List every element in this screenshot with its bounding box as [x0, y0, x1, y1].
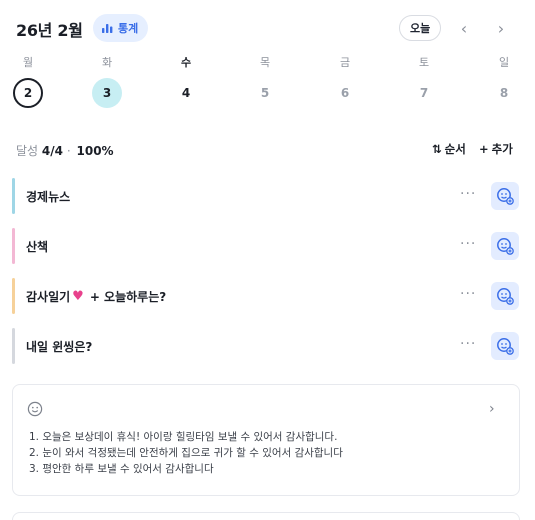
- smile-add-icon: [497, 288, 514, 305]
- summary-separator: ·: [66, 144, 71, 158]
- task-item[interactable]: 감사일기 ♥ + 오늘하루는? ···: [12, 278, 520, 314]
- day-sun[interactable]: 일 8: [484, 55, 524, 108]
- heart-icon: ♥: [72, 289, 84, 304]
- summary-label: 달성: [16, 144, 39, 158]
- day-number: 3: [92, 78, 122, 108]
- add-button[interactable]: + 추가: [479, 141, 513, 157]
- emoji-reaction-button[interactable]: [491, 282, 519, 310]
- summary-count: 4/4: [41, 144, 64, 158]
- chevron-right-icon[interactable]: ›: [489, 401, 495, 417]
- day-mon[interactable]: 월 2: [8, 55, 48, 108]
- day-number: 6: [340, 86, 350, 100]
- task-item[interactable]: 경제뉴스 ···: [12, 178, 520, 214]
- day-wed[interactable]: 수 4: [166, 55, 206, 108]
- day-name: 토: [418, 56, 430, 69]
- day-name: 금: [339, 56, 351, 69]
- memo-line: 3. 평안한 하루 보낼 수 있어서 감사합니다: [29, 463, 214, 475]
- day-sat[interactable]: 토 7: [404, 55, 444, 108]
- day-number: 5: [260, 86, 270, 100]
- task-color-bar: [12, 178, 15, 214]
- more-icon[interactable]: ···: [460, 186, 476, 202]
- task-color-bar: [12, 228, 15, 264]
- day-name: 목: [259, 56, 271, 69]
- memo-line: 1. 오늘은 보상데이 휴식! 아이랑 힐링타임 보낼 수 있어서 감사합니다.: [29, 431, 338, 443]
- chevron-right-icon[interactable]: ›: [490, 16, 512, 40]
- task-item[interactable]: 산책 ···: [12, 228, 520, 264]
- day-thu[interactable]: 목 5: [245, 55, 285, 108]
- stats-button[interactable]: 통계: [93, 14, 149, 42]
- day-fri[interactable]: 금 6: [325, 55, 365, 108]
- emoji-reaction-button[interactable]: [491, 332, 519, 360]
- day-number: 8: [499, 86, 509, 100]
- emoji-reaction-button[interactable]: [491, 182, 519, 210]
- sort-icon: ⇅: [432, 142, 442, 156]
- smile-add-icon: [497, 338, 514, 355]
- gratitude-memo-card[interactable]: › 1. 오늘은 보상데이 휴식! 아이랑 힐링타임 보낼 수 있어서 감사합니…: [12, 384, 520, 496]
- today-button[interactable]: 오늘: [399, 15, 442, 41]
- task-item[interactable]: 내일 윈씽은? ···: [12, 328, 520, 364]
- next-card: [12, 512, 520, 520]
- memo-line: 2. 눈이 와서 걱정됐는데 안전하게 집으로 귀가 할 수 있어서 감사합니다: [29, 447, 343, 459]
- emoji-reaction-button[interactable]: [491, 232, 519, 260]
- memo-lines: 1. 오늘은 보상데이 휴식! 아이랑 힐링타임 보낼 수 있어서 감사합니다.…: [29, 429, 343, 477]
- day-tue[interactable]: 화 3: [87, 55, 127, 108]
- more-icon[interactable]: ···: [460, 336, 476, 352]
- more-icon[interactable]: ···: [460, 286, 476, 302]
- smile-add-icon: [497, 238, 514, 255]
- task-name: 산책: [26, 240, 49, 254]
- day-name: 화: [101, 56, 113, 69]
- task-name-suffix: + 오늘하루는?: [89, 290, 167, 304]
- day-number: 4: [181, 86, 191, 100]
- task-color-bar: [12, 328, 15, 364]
- bar-chart-icon: [102, 24, 113, 33]
- plus-icon: +: [479, 142, 489, 156]
- task-name-text: 감사일기: [26, 290, 71, 304]
- more-icon[interactable]: ···: [460, 236, 476, 252]
- task-color-bar: [12, 278, 15, 314]
- task-name: 감사일기 ♥ + 오늘하루는?: [26, 288, 166, 305]
- week-strip: 월 2 화 3 수 4 목 5 금 6 토 7 일 8: [0, 55, 535, 115]
- month-title: 26년 2월: [16, 21, 83, 40]
- add-label: 추가: [491, 142, 513, 156]
- day-number: 2: [13, 78, 43, 108]
- smile-add-icon: [497, 188, 514, 205]
- task-name: 내일 윈씽은?: [26, 340, 93, 354]
- sort-label: 순서: [444, 142, 466, 156]
- chevron-left-icon[interactable]: ‹: [453, 16, 475, 40]
- day-name: 수: [180, 56, 192, 69]
- smile-icon: [27, 401, 43, 417]
- calendar-header: 26년 2월 통계 오늘 ‹ ›: [16, 14, 520, 42]
- stats-label: 통계: [118, 22, 139, 35]
- day-number: 7: [419, 86, 429, 100]
- achievement-summary: 달성 4/4 · 100%: [16, 142, 114, 159]
- summary-percent: 100%: [76, 144, 114, 158]
- day-name: 월: [22, 56, 34, 69]
- sort-button[interactable]: ⇅ 순서: [432, 141, 466, 157]
- day-name: 일: [498, 56, 510, 69]
- task-name: 경제뉴스: [26, 190, 71, 204]
